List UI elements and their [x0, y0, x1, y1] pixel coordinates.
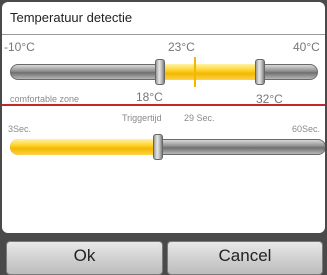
comfort-high-handle[interactable] [255, 59, 265, 85]
temperature-dialog: Temperatuur detectie -10°C 23°C 40°C com… [2, 2, 325, 233]
trigger-title: Triggertijd [122, 113, 162, 123]
cancel-button[interactable]: Cancel [167, 241, 323, 275]
trigger-slider-fill [10, 139, 158, 155]
title-divider [2, 34, 325, 35]
comfort-low-label: 18°C [136, 90, 163, 104]
temp-current-label: 23°C [168, 40, 195, 54]
comfort-zone-label: comfortable zone [10, 94, 80, 104]
ok-button[interactable]: Ok [6, 241, 163, 275]
comfort-zone-fill [160, 64, 260, 80]
trigger-max-label: 60Sec. [292, 124, 321, 134]
trigger-slider-handle[interactable] [153, 134, 163, 160]
temp-min-label: -10°C [4, 40, 35, 54]
temp-max-label: 40°C [293, 40, 320, 54]
current-temperature-marker [194, 57, 196, 87]
trigger-min-label: 3Sec. [8, 124, 32, 134]
comfort-low-handle[interactable] [155, 59, 165, 85]
dialog-title: Temperatuur detectie [10, 10, 133, 25]
section-divider [2, 104, 325, 106]
trigger-value-label: 29 Sec. [184, 113, 215, 123]
